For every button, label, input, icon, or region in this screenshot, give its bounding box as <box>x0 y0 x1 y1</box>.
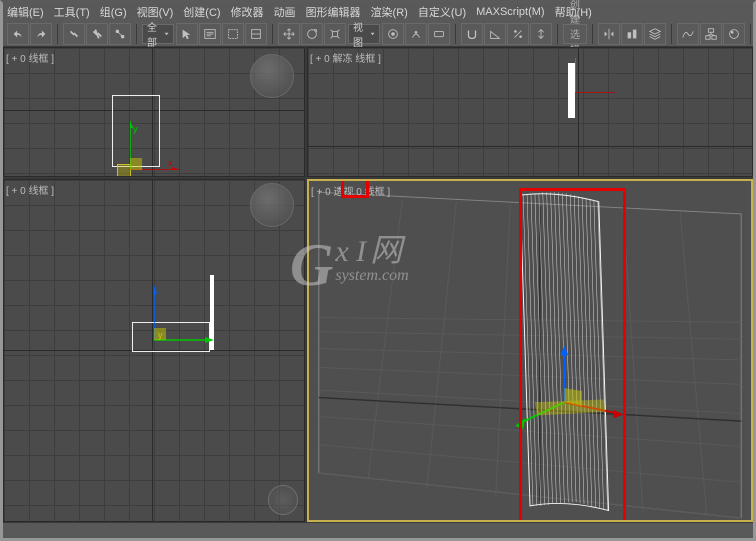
align-button[interactable] <box>621 23 643 45</box>
select-by-name-button[interactable] <box>199 23 221 45</box>
highlight-box-large <box>519 188 626 522</box>
snap-toggle-button[interactable] <box>461 23 483 45</box>
viewport-label-left: [ + 0 线框 ] <box>6 182 54 197</box>
selection-filter-dropdown[interactable]: 全部 <box>142 24 174 44</box>
reference-coordinate-label: 视图 <box>353 19 366 49</box>
viewport-top[interactable]: [ + 0 线框 ] y x <box>3 47 305 177</box>
menu-create[interactable]: 创建(C) <box>183 4 220 20</box>
move-gizmo-left[interactable]: y <box>154 280 214 340</box>
select-move-button[interactable] <box>278 23 300 45</box>
material-editor-button[interactable] <box>723 23 745 45</box>
viewport-label-front: [ + 0 解冻 线框 ] <box>310 50 381 65</box>
schematic-view-button[interactable] <box>700 23 722 45</box>
link-button[interactable] <box>63 23 85 45</box>
bind-button[interactable] <box>109 23 131 45</box>
menu-animation[interactable]: 动画 <box>274 4 296 20</box>
app-frame: 编辑(E) 工具(T) 组(G) 视图(V) 创建(C) 修改器 动画 图形编辑… <box>0 0 756 541</box>
steering-wheel-icon[interactable] <box>268 485 298 515</box>
manipulate-button[interactable] <box>405 23 427 45</box>
selection-filter-label: 全部 <box>147 19 160 49</box>
unlink-button[interactable] <box>86 23 108 45</box>
menu-edit[interactable]: 编辑(E) <box>7 4 44 20</box>
select-object-button[interactable] <box>176 23 198 45</box>
angle-snap-button[interactable] <box>484 23 506 45</box>
viewport-label-top: [ + 0 线框 ] <box>6 50 54 65</box>
menu-rendering[interactable]: 渲染(R) <box>371 4 408 20</box>
undo-button[interactable] <box>7 23 29 45</box>
menu-tools[interactable]: 工具(T) <box>54 4 90 20</box>
select-region-button[interactable] <box>222 23 244 45</box>
move-gizmo-front[interactable] <box>575 47 635 93</box>
spinner-snap-button[interactable] <box>530 23 552 45</box>
redo-button[interactable] <box>30 23 52 45</box>
menu-customize[interactable]: 自定义(U) <box>418 4 466 20</box>
select-rotate-button[interactable] <box>301 23 323 45</box>
svg-text:x: x <box>168 158 173 168</box>
object-curtain-front <box>568 63 575 118</box>
menu-maxscript[interactable]: MAXScript(M) <box>476 6 544 18</box>
viewcube-icon[interactable] <box>250 183 294 227</box>
layers-button[interactable] <box>644 23 666 45</box>
select-scale-button[interactable] <box>324 23 346 45</box>
named-selection-input[interactable]: 创建选择集 <box>563 24 587 44</box>
mirror-button[interactable] <box>598 23 620 45</box>
viewport-left[interactable]: [ + 0 线框 ] y <box>3 179 305 522</box>
percent-snap-button[interactable] <box>507 23 529 45</box>
viewcube-icon[interactable] <box>250 54 294 98</box>
menu-modifiers[interactable]: 修改器 <box>231 4 264 20</box>
viewport-perspective[interactable]: [ + 0 透视 0 线框 ] <box>307 179 753 522</box>
curve-editor-button[interactable] <box>677 23 699 45</box>
window-crossing-button[interactable] <box>245 23 267 45</box>
menubar: 编辑(E) 工具(T) 组(G) 视图(V) 创建(C) 修改器 动画 图形编辑… <box>3 3 753 21</box>
menu-group[interactable]: 组(G) <box>100 4 127 20</box>
reference-coordinate-dropdown[interactable]: 视图 <box>348 24 380 44</box>
pivot-center-button[interactable] <box>382 23 404 45</box>
viewport-front[interactable]: [ + 0 解冻 线框 ] <box>307 47 753 177</box>
svg-text:y: y <box>133 124 138 134</box>
timeline-bar[interactable] <box>3 522 753 538</box>
viewport-container: [ + 0 线框 ] y x [ + 0 解冻 线框 ] <box>3 47 753 522</box>
move-gizmo[interactable]: y x <box>130 110 190 170</box>
keyboard-shortcut-button[interactable] <box>428 23 450 45</box>
main-toolbar: 全部 视图 创建 <box>3 21 753 47</box>
highlight-box-small <box>341 179 369 198</box>
object-block <box>117 164 131 177</box>
